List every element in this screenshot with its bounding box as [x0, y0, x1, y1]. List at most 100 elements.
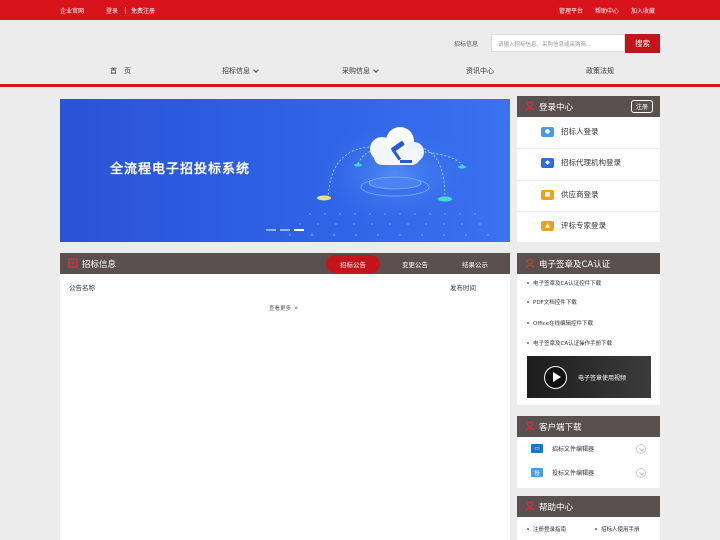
person-icon: ● — [541, 126, 554, 137]
nav-label: 政策法规 — [586, 67, 614, 75]
user-icon — [525, 421, 535, 431]
nav-home[interactable]: 首 页 — [110, 66, 131, 76]
add-favorite-link[interactable]: 加入收藏 — [631, 6, 655, 15]
panel-title: 帮助中心 — [539, 502, 574, 513]
register-link[interactable]: 免费注册 — [131, 6, 155, 15]
client-download-item[interactable]: 投 投标文件编辑器 — [531, 468, 594, 477]
register-button[interactable]: 注册 — [630, 100, 653, 113]
video-label: 电子签章使用视频 — [578, 375, 627, 382]
client-download-label: 投标文件编辑器 — [552, 470, 595, 477]
bid-info-header: 招标信息 招标公告 变更公告 结果公示 — [60, 253, 510, 274]
esign-download-label: 电子签章及CA认证操作手册下载 — [533, 341, 613, 347]
login-center-header: 登录中心 注册 — [517, 96, 660, 117]
tab-tender-notice[interactable]: 招标公告 — [326, 254, 380, 273]
column-header-time: 发布时间 — [450, 284, 476, 292]
main-nav: 首 页 招标信息 采购信息 资讯中心 政策法规 — [60, 64, 660, 80]
nav-policy[interactable]: 政策法规 — [586, 66, 614, 76]
carousel-dot[interactable] — [280, 229, 290, 231]
nav-label: 资讯中心 — [466, 67, 494, 75]
help-item[interactable]: 招标人使用手册 — [595, 525, 640, 533]
login-item-label: 供应商登录 — [561, 190, 599, 199]
header-divider — [0, 84, 720, 87]
divider — [517, 211, 660, 212]
view-more-label: 查看更多 — [269, 306, 292, 312]
carousel-dots — [266, 229, 308, 231]
tab-change-notice[interactable]: 变更公告 — [388, 255, 442, 273]
help-item[interactable]: 注册登录指南 — [527, 525, 566, 533]
header: 招标信息 请输入招标信息、采购信息或采购商... 搜索 首 页 招标信息 采购信… — [0, 20, 720, 86]
top-bar: 企业官网 登录 免费注册 管理平台 帮助中心 加入收藏 — [0, 0, 720, 20]
divider — [517, 148, 660, 149]
panel-title: 客户端下载 — [539, 422, 582, 433]
carousel-dot[interactable] — [266, 229, 276, 231]
nav-label: 招标信息 — [222, 67, 250, 75]
chevron-down-icon — [253, 66, 259, 73]
bid-info-tabs: 招标公告 变更公告 结果公示 — [326, 253, 510, 274]
view-more-link[interactable]: 查看更多 » — [269, 304, 298, 312]
help-center-header: 帮助中心 — [517, 496, 660, 517]
esign-download-item[interactable]: Office在线编辑控件下载 — [527, 319, 593, 327]
manage-platform-link[interactable]: 管理平台 — [559, 6, 583, 15]
banner-title: 全流程电子招投标系统 — [110, 162, 251, 177]
panel-title: 电子签章及CA认证 — [539, 259, 611, 270]
help-item-label: 招标人使用手册 — [601, 527, 640, 533]
login-item-label: 评标专家登录 — [561, 221, 606, 230]
official-site-link[interactable]: 企业官网 — [60, 6, 84, 15]
esign-download-label: Office在线编辑控件下载 — [533, 321, 594, 327]
login-item-expert[interactable]: ▲ 评标专家登录 — [541, 220, 606, 231]
download-icon[interactable] — [636, 444, 646, 454]
login-item-label: 招标代理机构登录 — [561, 158, 621, 167]
nav-procurement[interactable]: 采购信息 — [342, 66, 379, 76]
login-item-supplier[interactable]: ■ 供应商登录 — [541, 189, 599, 200]
play-icon[interactable] — [544, 366, 567, 389]
banner-carousel[interactable]: 全流程电子招投标系统 — [60, 99, 510, 242]
divider — [517, 180, 660, 181]
login-item-tenderer[interactable]: ● 招标人登录 — [541, 126, 599, 137]
esign-download-item[interactable]: PDF文档控件下载 — [527, 298, 577, 306]
panel-title: 招标信息 — [82, 259, 117, 270]
client-download-panel: 客户端下载 ▭ 招标文件编辑器 投 投标文件编辑器 — [517, 416, 660, 488]
client-download-item[interactable]: ▭ 招标文件编辑器 — [531, 444, 594, 453]
column-header-name: 公告名称 — [69, 284, 95, 292]
agency-icon: ◆ — [541, 157, 554, 168]
client-download-header: 客户端下载 — [517, 416, 660, 437]
search-input[interactable]: 请输入招标信息、采购信息或采购商... — [491, 34, 625, 52]
nav-bidding[interactable]: 招标信息 — [222, 66, 259, 76]
doc-edit-icon: 投 — [531, 468, 543, 477]
nav-label: 首 页 — [110, 67, 131, 75]
chevron-down-icon — [373, 66, 379, 73]
login-item-agency[interactable]: ◆ 招标代理机构登录 — [541, 157, 621, 168]
help-center-panel: 帮助中心 注册登录指南 招标人使用手册 — [517, 496, 660, 540]
monitor-icon: ▭ — [531, 444, 543, 453]
supplier-icon: ■ — [541, 189, 554, 200]
expert-icon: ▲ — [541, 220, 554, 231]
esign-download-item[interactable]: 电子签章及CA认证控件下载 — [527, 279, 601, 287]
double-chevron-right-icon: » — [294, 304, 299, 312]
help-item-label: 注册登录指南 — [533, 527, 567, 533]
search-button[interactable]: 搜索 — [625, 34, 660, 53]
esign-download-label: 电子签章及CA认证控件下载 — [533, 281, 602, 287]
login-center-panel: 登录中心 注册 ● 招标人登录 ◆ 招标代理机构登录 ■ 供应商登录 ▲ 评标专… — [517, 96, 660, 242]
tab-result-notice[interactable]: 结果公示 — [448, 255, 502, 273]
user-icon — [525, 501, 535, 511]
login-link[interactable]: 登录 — [106, 6, 118, 15]
esign-panel: 电子签章及CA认证 电子签章及CA认证控件下载 PDF文档控件下载 Office… — [517, 253, 660, 405]
document-icon — [68, 258, 78, 268]
client-download-label: 招标文件编辑器 — [552, 446, 595, 453]
nav-label: 采购信息 — [342, 67, 370, 75]
download-icon[interactable] — [636, 468, 646, 478]
login-item-label: 招标人登录 — [561, 127, 599, 136]
esign-download-label: PDF文档控件下载 — [533, 300, 577, 306]
esign-header: 电子签章及CA认证 — [517, 253, 660, 274]
user-icon — [525, 258, 535, 268]
help-center-link[interactable]: 帮助中心 — [595, 6, 619, 15]
esign-download-item[interactable]: 电子签章及CA认证操作手册下载 — [527, 339, 612, 347]
divider — [125, 7, 127, 14]
carousel-dot-active[interactable] — [294, 229, 304, 231]
user-icon — [525, 101, 535, 111]
nav-news[interactable]: 资讯中心 — [466, 66, 494, 76]
search-category-label[interactable]: 招标信息 — [454, 39, 478, 48]
panel-title: 登录中心 — [539, 102, 574, 113]
bid-info-panel: 招标信息 招标公告 变更公告 结果公示 公告名称 发布时间 查看更多 » — [60, 253, 510, 540]
esign-video[interactable]: 电子签章使用视频 — [527, 356, 651, 398]
